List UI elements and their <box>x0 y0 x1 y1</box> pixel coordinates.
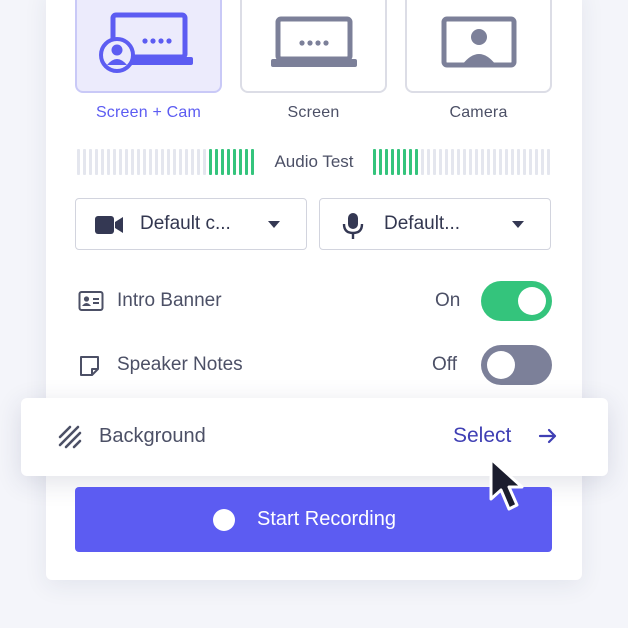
audio-level-bar <box>499 149 502 175</box>
audio-level-bar <box>421 149 424 175</box>
start-recording-label: Start Recording <box>257 508 396 530</box>
audio-level-bar <box>475 149 478 175</box>
audio-level-bar <box>535 149 538 175</box>
audio-level-bar <box>155 149 158 175</box>
audio-level-bar <box>445 149 448 175</box>
audio-level-bar <box>173 149 176 175</box>
audio-level-bar <box>487 149 490 175</box>
audio-level-bar <box>209 149 212 175</box>
audio-level-bar <box>233 149 236 175</box>
mouse-pointer-icon <box>489 457 524 511</box>
audio-level-bar <box>131 149 134 175</box>
audio-level-bar <box>523 149 526 175</box>
audio-level-bar <box>119 149 122 175</box>
intro-banner-toggle[interactable] <box>481 281 552 321</box>
audio-level-bar <box>379 149 382 175</box>
laptop-icon <box>270 16 357 67</box>
speaker-notes-toggle[interactable] <box>481 345 552 385</box>
audio-level-bar <box>161 149 164 175</box>
background-label: Background <box>99 425 206 447</box>
audio-level-bar <box>77 149 80 175</box>
audio-level-bar <box>167 149 170 175</box>
audio-level-bar <box>397 149 400 175</box>
audio-level-bar <box>439 149 442 175</box>
audio-level-bar <box>493 149 496 175</box>
audio-level-bar <box>547 149 550 175</box>
squiggle-icon <box>58 425 82 449</box>
audio-level-bar <box>541 149 544 175</box>
mode-screen-cam-tile[interactable] <box>75 0 222 93</box>
audio-level-bar <box>505 149 508 175</box>
audio-level-bar <box>511 149 514 175</box>
recorder-stage: Screen + Cam Screen Camera Audio Test De… <box>0 0 628 628</box>
intro-banner-state: On <box>435 290 461 311</box>
toggle-knob <box>487 351 515 379</box>
audio-level-bar <box>179 149 182 175</box>
audio-level-bar <box>203 149 206 175</box>
id-card-icon <box>78 291 104 311</box>
audio-level-bar <box>185 149 188 175</box>
video-camera-icon <box>95 216 123 234</box>
speaker-notes-label: Speaker Notes <box>117 354 243 375</box>
audio-level-bar <box>409 149 412 175</box>
audio-level-bar <box>125 149 128 175</box>
audio-level-bar <box>101 149 104 175</box>
audio-level-bar <box>457 149 460 175</box>
audio-level-bar <box>113 149 116 175</box>
audio-level-bar <box>415 149 418 175</box>
chevron-down-icon <box>512 221 524 228</box>
audio-level-bar <box>143 149 146 175</box>
audio-level-bar <box>89 149 92 175</box>
audio-level-bar <box>385 149 388 175</box>
audio-level-bar <box>517 149 520 175</box>
audio-level-bar <box>245 149 248 175</box>
audio-level-bar <box>215 149 218 175</box>
note-icon <box>80 356 99 376</box>
intro-banner-label: Intro Banner <box>117 290 222 311</box>
audio-level-bar <box>469 149 472 175</box>
audio-level-bar <box>83 149 86 175</box>
audio-level-bar <box>433 149 436 175</box>
audio-level-bar <box>221 149 224 175</box>
audio-level-bar <box>529 149 532 175</box>
microphone-select[interactable]: Default... <box>319 198 551 250</box>
audio-test-label: Audio Test <box>274 152 354 171</box>
audio-level-bar <box>391 149 394 175</box>
audio-level-bar <box>463 149 466 175</box>
audio-level-bar <box>403 149 406 175</box>
screen-cam-icon <box>98 12 193 73</box>
mode-screen-tile[interactable] <box>240 0 387 93</box>
chevron-down-icon <box>268 221 280 228</box>
start-recording-button[interactable]: Start Recording <box>75 487 552 552</box>
mode-camera-label: Camera <box>449 104 508 121</box>
background-select-link[interactable]: Select <box>453 424 511 448</box>
audio-level-bar <box>107 149 110 175</box>
mode-screen-cam-label: Screen + Cam <box>95 104 202 121</box>
camera-select-value: Default c... <box>140 213 231 234</box>
mode-screen-label: Screen <box>287 104 340 121</box>
arrow-right-icon[interactable] <box>538 428 558 444</box>
audio-level-bar <box>197 149 200 175</box>
audio-level-bar <box>373 149 376 175</box>
audio-meter-right <box>373 149 550 175</box>
audio-level-bar <box>149 149 152 175</box>
audio-level-bar <box>451 149 454 175</box>
audio-level-bar <box>427 149 430 175</box>
camera-select[interactable]: Default c... <box>75 198 307 250</box>
record-dot-icon <box>213 509 235 531</box>
audio-level-bar <box>137 149 140 175</box>
audio-level-bar <box>239 149 242 175</box>
audio-level-bar <box>191 149 194 175</box>
camera-person-icon <box>441 16 516 67</box>
audio-level-bar <box>251 149 254 175</box>
audio-level-bar <box>481 149 484 175</box>
microphone-select-value: Default... <box>384 213 461 234</box>
toggle-knob <box>518 287 546 315</box>
audio-level-bar <box>95 149 98 175</box>
mode-camera-tile[interactable] <box>405 0 552 93</box>
microphone-icon <box>342 213 364 239</box>
speaker-notes-state: Off <box>432 354 457 375</box>
audio-meter-left <box>77 149 254 175</box>
audio-level-bar <box>227 149 230 175</box>
